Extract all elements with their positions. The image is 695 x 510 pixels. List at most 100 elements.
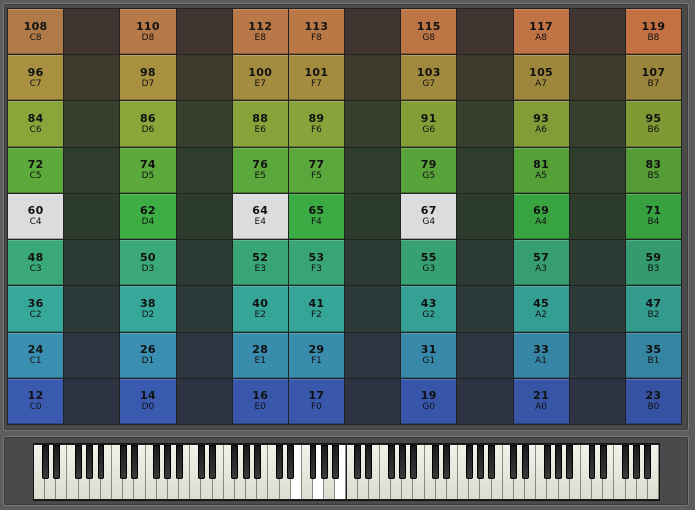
note-cell-c7[interactable]: 96 C7: [8, 55, 64, 101]
empty-cell[interactable]: [345, 193, 401, 240]
note-cell-f5[interactable]: 77 F5: [288, 147, 344, 193]
note-cell-a8[interactable]: 117 A8: [513, 9, 569, 55]
black-key[interactable]: [521, 445, 529, 479]
empty-cell[interactable]: [176, 55, 232, 101]
empty-cell[interactable]: [345, 286, 401, 332]
black-key[interactable]: [130, 445, 138, 479]
note-cell-e7[interactable]: 100 E7: [232, 55, 288, 101]
note-cell-a0[interactable]: 21 A0: [513, 378, 569, 424]
empty-cell[interactable]: [176, 101, 232, 147]
note-cell-d7[interactable]: 98 D7: [120, 55, 176, 101]
note-cell-d6[interactable]: 86 D6: [120, 101, 176, 147]
black-key[interactable]: [543, 445, 551, 479]
note-cell-e8[interactable]: 112 E8: [232, 9, 288, 55]
empty-cell[interactable]: [345, 240, 401, 286]
note-cell-a4[interactable]: 69 A4: [513, 193, 569, 240]
note-cell-c2[interactable]: 36 C2: [8, 286, 64, 332]
empty-cell[interactable]: [569, 193, 625, 240]
note-cell-a6[interactable]: 93 A6: [513, 101, 569, 147]
black-key[interactable]: [97, 445, 105, 479]
black-key[interactable]: [622, 445, 629, 479]
empty-cell[interactable]: [457, 193, 513, 240]
note-cell-e5[interactable]: 76 E5: [232, 147, 288, 193]
empty-cell[interactable]: [64, 378, 120, 424]
black-key[interactable]: [432, 445, 440, 479]
black-key[interactable]: [52, 445, 60, 479]
black-key[interactable]: [410, 445, 417, 479]
note-cell-a1[interactable]: 33 A1: [513, 332, 569, 378]
note-cell-b0[interactable]: 23 B0: [625, 378, 681, 424]
black-key[interactable]: [599, 445, 607, 479]
empty-cell[interactable]: [176, 378, 232, 424]
empty-cell[interactable]: [569, 332, 625, 378]
empty-cell[interactable]: [457, 147, 513, 193]
black-key[interactable]: [119, 445, 127, 479]
black-key[interactable]: [153, 445, 161, 479]
note-cell-g0[interactable]: 19 G0: [401, 378, 457, 424]
empty-cell[interactable]: [457, 9, 513, 55]
black-key[interactable]: [86, 445, 94, 479]
empty-cell[interactable]: [569, 147, 625, 193]
black-key[interactable]: [387, 445, 395, 479]
note-cell-d8[interactable]: 110 D8: [120, 9, 176, 55]
note-cell-f8[interactable]: 113 F8: [288, 9, 344, 55]
black-key[interactable]: [209, 445, 217, 479]
black-key[interactable]: [566, 445, 574, 479]
empty-cell[interactable]: [569, 378, 625, 424]
empty-cell[interactable]: [176, 9, 232, 55]
note-cell-d0[interactable]: 14 D0: [120, 378, 176, 424]
empty-cell[interactable]: [64, 9, 120, 55]
black-key[interactable]: [555, 445, 562, 479]
note-cell-f7[interactable]: 101 F7: [288, 55, 344, 101]
note-cell-a7[interactable]: 105 A7: [513, 55, 569, 101]
black-key[interactable]: [164, 445, 172, 479]
black-key[interactable]: [354, 445, 362, 479]
note-cell-c5[interactable]: 72 C5: [8, 147, 64, 193]
black-key[interactable]: [242, 445, 250, 479]
note-cell-e4[interactable]: 64 E4: [232, 193, 288, 240]
empty-cell[interactable]: [569, 101, 625, 147]
black-key[interactable]: [633, 445, 641, 479]
black-key[interactable]: [365, 445, 373, 479]
note-cell-g6[interactable]: 91 G6: [401, 101, 457, 147]
note-cell-g4[interactable]: 67 G4: [401, 193, 457, 240]
empty-cell[interactable]: [457, 55, 513, 101]
empty-cell[interactable]: [345, 378, 401, 424]
empty-cell[interactable]: [345, 147, 401, 193]
black-key[interactable]: [443, 445, 451, 479]
empty-cell[interactable]: [457, 286, 513, 332]
note-cell-b8[interactable]: 119 B8: [625, 9, 681, 55]
note-cell-b4[interactable]: 71 B4: [625, 193, 681, 240]
empty-cell[interactable]: [569, 286, 625, 332]
black-key[interactable]: [510, 445, 518, 479]
note-cell-a2[interactable]: 45 A2: [513, 286, 569, 332]
note-cell-b3[interactable]: 59 B3: [625, 240, 681, 286]
note-cell-c4[interactable]: 60 C4: [8, 193, 64, 240]
empty-cell[interactable]: [176, 332, 232, 378]
empty-cell[interactable]: [345, 332, 401, 378]
empty-cell[interactable]: [176, 147, 232, 193]
empty-cell[interactable]: [64, 55, 120, 101]
note-cell-d3[interactable]: 50 D3: [120, 240, 176, 286]
note-cell-c1[interactable]: 24 C1: [8, 332, 64, 378]
note-cell-g2[interactable]: 43 G2: [401, 286, 457, 332]
black-key[interactable]: [276, 445, 283, 479]
black-key[interactable]: [476, 445, 484, 479]
black-key[interactable]: [488, 445, 496, 479]
empty-cell[interactable]: [457, 101, 513, 147]
black-key[interactable]: [75, 445, 83, 479]
note-cell-f2[interactable]: 41 F2: [288, 286, 344, 332]
note-cell-b1[interactable]: 35 B1: [625, 332, 681, 378]
empty-cell[interactable]: [457, 332, 513, 378]
note-cell-c3[interactable]: 48 C3: [8, 240, 64, 286]
empty-cell[interactable]: [345, 9, 401, 55]
black-key[interactable]: [588, 445, 596, 479]
note-cell-g7[interactable]: 103 G7: [401, 55, 457, 101]
note-cell-e1[interactable]: 28 E1: [232, 332, 288, 378]
note-cell-e6[interactable]: 88 E6: [232, 101, 288, 147]
black-key[interactable]: [41, 445, 49, 479]
empty-cell[interactable]: [176, 193, 232, 240]
note-cell-d2[interactable]: 38 D2: [120, 286, 176, 332]
empty-cell[interactable]: [176, 240, 232, 286]
empty-cell[interactable]: [569, 240, 625, 286]
